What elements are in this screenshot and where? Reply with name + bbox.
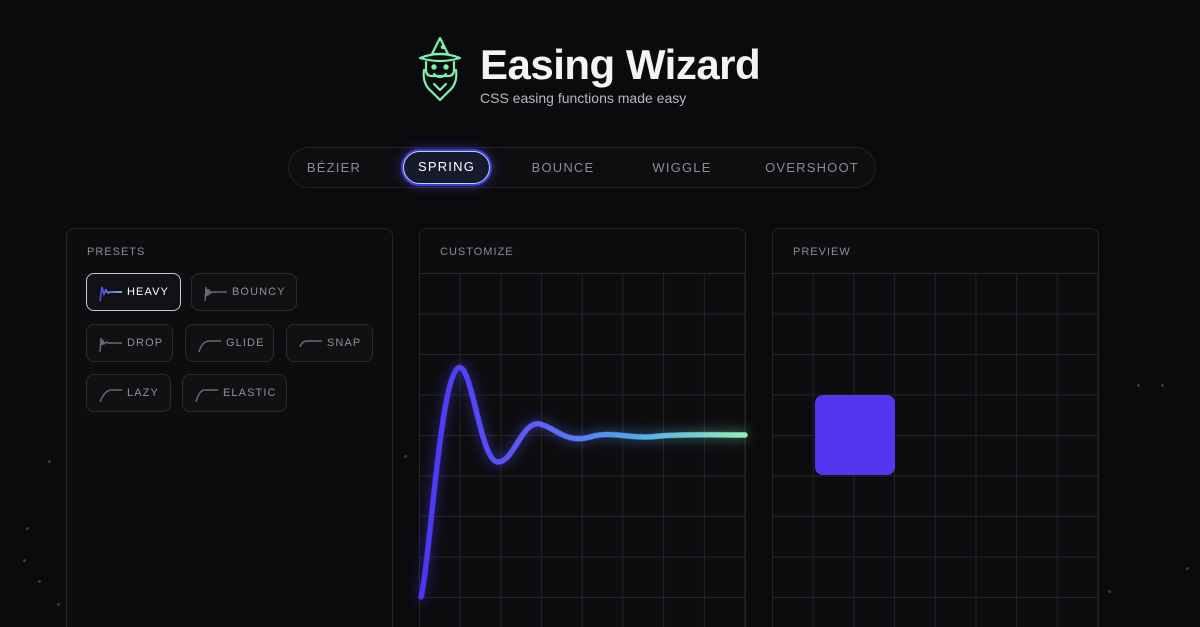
glide-curve-icon	[198, 340, 221, 353]
customize-label: CUSTOMIZE	[440, 246, 514, 258]
tab-spring[interactable]: SPRING	[403, 151, 490, 184]
preview-box	[815, 395, 895, 475]
background-dot	[38, 580, 41, 583]
background-dot	[1108, 590, 1111, 593]
preset-label: BOUNCY	[232, 286, 286, 298]
preset-elastic[interactable]: ELASTIC	[182, 374, 287, 412]
background-dot	[404, 455, 407, 458]
preset-heavy[interactable]: HEAVY	[86, 273, 181, 311]
customize-panel: CUSTOMIZE	[419, 228, 746, 627]
background-dot	[1161, 384, 1164, 387]
app-title: Easing Wizard	[480, 41, 761, 88]
preset-label: GLIDE	[226, 337, 265, 349]
preset-drop[interactable]: DROP	[86, 324, 173, 362]
preset-label: HEAVY	[127, 286, 169, 298]
bouncy-curve-icon	[204, 286, 227, 302]
app-subtitle: CSS easing functions made easy	[480, 90, 687, 106]
drop-curve-icon	[99, 337, 122, 353]
background-dot	[1137, 384, 1140, 387]
tab-bounce[interactable]: BOUNCE	[522, 151, 604, 184]
tab-bezier[interactable]: BÉZIER	[299, 151, 369, 184]
snap-curve-icon	[299, 340, 322, 348]
preset-label: DROP	[127, 337, 164, 349]
tab-overshoot[interactable]: OVERSHOOT	[762, 151, 862, 184]
heavy-curve-icon	[99, 286, 122, 302]
preset-label: ELASTIC	[223, 387, 277, 399]
preset-snap[interactable]: SNAP	[286, 324, 373, 362]
background-dot	[48, 460, 51, 463]
lazy-curve-icon	[99, 389, 122, 403]
easing-type-tabs: BÉZIER SPRING BOUNCE WIGGLE OVERSHOOT	[288, 147, 876, 188]
preset-bouncy[interactable]: BOUNCY	[191, 273, 297, 311]
preset-label: SNAP	[327, 337, 362, 349]
background-dot	[57, 603, 60, 606]
elastic-curve-icon	[195, 389, 218, 403]
background-dot	[26, 527, 29, 530]
tab-wiggle[interactable]: WIGGLE	[644, 151, 720, 184]
presets-panel: PRESETS HEAVY BOUNCY DROP GLIDE SNAP LAZ…	[66, 228, 393, 627]
preset-lazy[interactable]: LAZY	[86, 374, 171, 412]
presets-label: PRESETS	[87, 246, 146, 258]
wizard-icon	[418, 36, 462, 102]
preview-label: PREVIEW	[793, 246, 851, 258]
customize-grid	[420, 273, 745, 627]
background-dot	[23, 559, 26, 562]
preset-glide[interactable]: GLIDE	[185, 324, 274, 362]
background-dot	[1186, 567, 1189, 570]
preset-label: LAZY	[127, 387, 159, 399]
